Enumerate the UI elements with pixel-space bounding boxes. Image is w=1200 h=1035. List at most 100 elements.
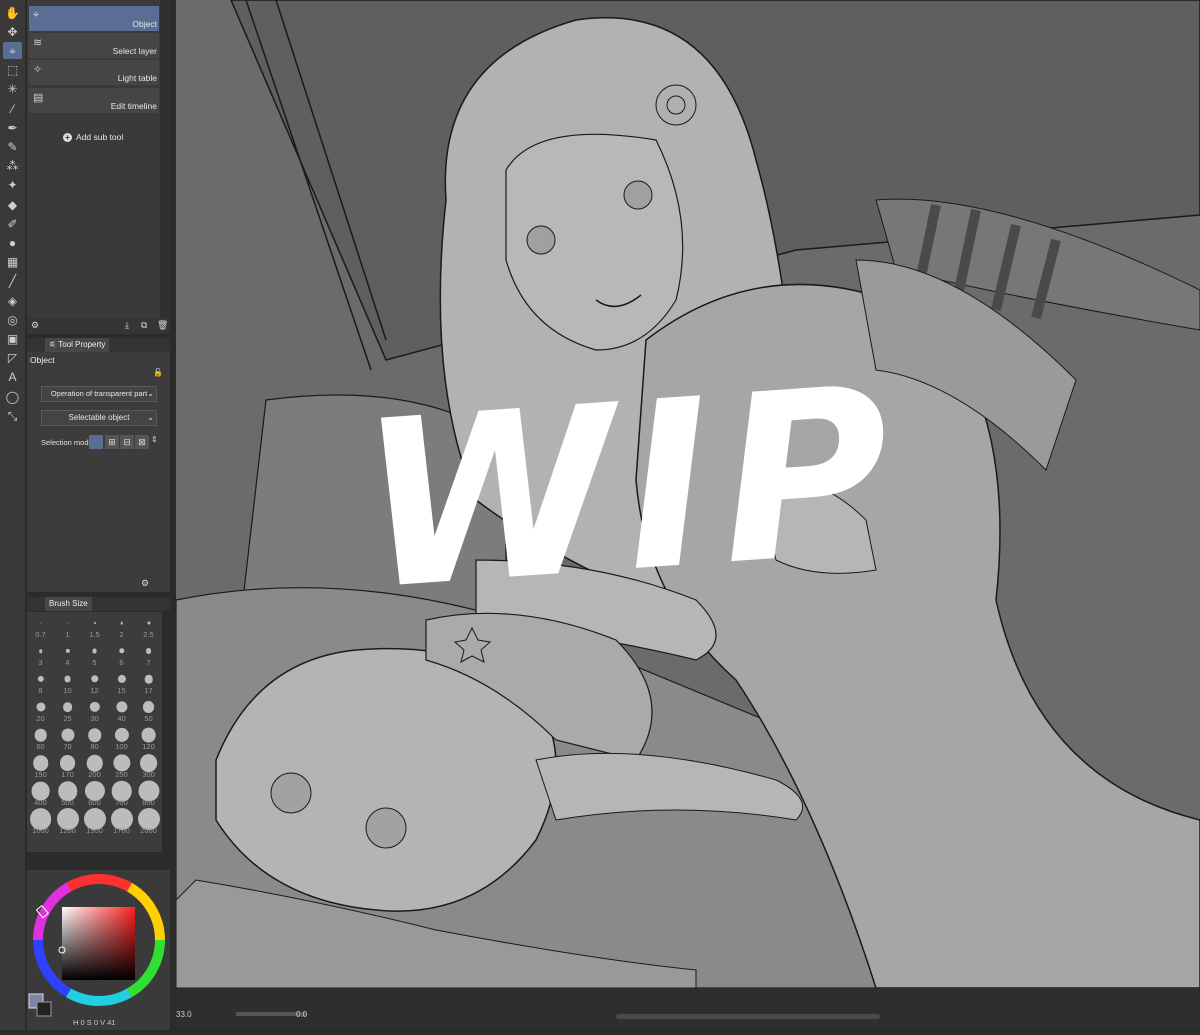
canvas[interactable]: WIP (176, 0, 1200, 988)
add-sub-tool-button[interactable]: + Add sub tool (63, 132, 123, 142)
brush-size-cell[interactable]: 80 (81, 726, 108, 752)
brush-size-cell[interactable]: 250 (108, 754, 135, 780)
brush-size-cell[interactable]: 7 (135, 642, 162, 668)
brush-size-cell[interactable]: 1.5 (81, 614, 108, 640)
brush-size-label: 1200 (59, 826, 76, 835)
brush-size-cell[interactable]: 2.5 (135, 614, 162, 640)
brush-size-cell[interactable]: 40 (108, 698, 135, 724)
tab-tool-property[interactable]: ⚟ Tool Property (45, 338, 110, 352)
selection-mode-add[interactable]: ⊞ (105, 435, 119, 449)
trash-icon[interactable]: 🗑 (157, 320, 168, 331)
brush-size-dot (142, 701, 155, 713)
brush-size-label: 1.5 (89, 630, 100, 639)
brush-size-cell[interactable]: 15 (108, 670, 135, 696)
brush-size-dot (32, 755, 49, 771)
selection-mode-subtract[interactable]: ⊟ (120, 435, 134, 449)
selection-tool-icon[interactable]: ⬚ (3, 62, 22, 79)
settings-icon[interactable]: ⚙ (31, 320, 39, 331)
brush-size-cell[interactable]: 700 (108, 780, 135, 808)
tab-brush-size[interactable]: Brush Size (45, 597, 92, 611)
brush-size-cell[interactable]: 1700 (108, 808, 135, 836)
brush-size-cell[interactable]: 17 (135, 670, 162, 696)
brush-size-dot (145, 648, 152, 654)
brush-size-cell[interactable]: 10 (54, 670, 81, 696)
tool-property-tabbar: ⚟ Tool Property (27, 338, 170, 352)
brush-size-cell[interactable]: 70 (54, 726, 81, 752)
wrench-icon[interactable]: ⚙ (141, 578, 149, 589)
eyedropper-tool-icon[interactable]: ⁄ (3, 100, 22, 117)
brush-size-cell[interactable]: 5 (81, 642, 108, 668)
subtool-select-layer[interactable]: ≋ Select layer (29, 33, 159, 58)
frame-tool-icon[interactable]: ▣ (3, 330, 22, 347)
hand-tool-icon[interactable]: ✋ (3, 4, 22, 21)
brush-size-label: 200 (88, 770, 101, 779)
stepper-icon[interactable]: ⇕ (151, 435, 158, 444)
brush-size-cell[interactable]: 1000 (27, 808, 54, 836)
brush-size-cell[interactable]: 100 (108, 726, 135, 752)
lock-icon[interactable]: 🔓 (153, 368, 163, 377)
brush-size-cell[interactable]: 200 (81, 754, 108, 780)
brush-size-cell[interactable]: 6 (108, 642, 135, 668)
brush-size-cell[interactable]: 150 (27, 754, 54, 780)
auto-select-tool-icon[interactable]: ✳ (3, 81, 22, 98)
brush-size-cell[interactable]: 120 (135, 726, 162, 752)
operation-tool-icon[interactable]: ⌖ (3, 42, 22, 60)
brush-size-cell[interactable]: 170 (54, 754, 81, 780)
subtool-scrollbar[interactable] (160, 0, 170, 318)
figure-tool-icon[interactable]: ▦ (3, 254, 22, 271)
gradient-tool-icon[interactable]: ◎ (3, 311, 22, 328)
eraser-tool-icon[interactable]: ◆ (3, 196, 22, 213)
move-tool-icon[interactable]: ✥ (3, 23, 22, 40)
subtool-light-table[interactable]: ✧ Light table (29, 60, 159, 85)
brush-size-cell[interactable]: 50 (135, 698, 162, 724)
brush-size-cell[interactable]: 600 (81, 780, 108, 808)
fill-tool-icon[interactable]: ◈ (3, 292, 22, 309)
operation-dropdown[interactable]: Operation of transparent part ⌄ (41, 386, 157, 402)
horizontal-scrollbar[interactable] (616, 1014, 880, 1019)
brush-size-label: 2 (119, 630, 124, 639)
brush-size-cell[interactable]: 1 (54, 614, 81, 640)
ruler-tool-icon[interactable]: ◸ (3, 350, 22, 367)
brush-size-cell[interactable]: 0.7 (27, 614, 54, 640)
brush-size-cell[interactable]: 2 (108, 614, 135, 640)
layers-icon: ≋ (33, 37, 43, 49)
sub-color-swatch[interactable] (36, 1001, 52, 1017)
brush-size-cell[interactable]: 25 (54, 698, 81, 724)
brush-size-cell[interactable]: 800 (135, 780, 162, 808)
zoom-readout[interactable]: 33.0 (176, 1010, 192, 1019)
brush-size-cell[interactable]: 20 (27, 698, 54, 724)
pencil-tool-icon[interactable]: ✎ (3, 138, 22, 155)
fill-drop-tool-icon[interactable]: ● (3, 234, 22, 251)
line-tool-icon[interactable]: ╱ (3, 273, 22, 290)
brush-size-cell[interactable]: 1200 (54, 808, 81, 836)
brush-size-cell[interactable]: 2000 (135, 808, 162, 836)
brush-size-cell[interactable]: 1500 (81, 808, 108, 836)
selectable-object-dropdown[interactable]: Selectable object ⌄ (41, 410, 157, 426)
download-icon[interactable]: ⤓ (125, 320, 129, 331)
pen-tool-icon[interactable]: ✒ (3, 119, 22, 136)
brush-size-label: 300 (142, 770, 155, 779)
color-wheel[interactable] (27, 870, 170, 1030)
decoration-tool-icon[interactable]: ✦ (3, 177, 22, 194)
brush-size-cell[interactable]: 3 (27, 642, 54, 668)
brush-size-cell[interactable]: 12 (81, 670, 108, 696)
airbrush-tool-icon[interactable]: ⁂ (3, 158, 22, 175)
brush-size-cell[interactable]: 400 (27, 781, 54, 808)
brush-size-label: 170 (61, 770, 74, 779)
subtool-edit-timeline[interactable]: ▤ Edit timeline (29, 88, 159, 113)
subtool-object[interactable]: ⌖ Object (29, 6, 159, 31)
brush-size-cell[interactable]: 30 (81, 698, 108, 724)
brush-size-cell[interactable]: 60 (27, 726, 54, 752)
balloon-tool-icon[interactable]: ◯ (3, 388, 22, 405)
selection-mode-new[interactable] (89, 435, 103, 449)
brush-size-cell[interactable]: 300 (135, 754, 162, 780)
angle-readout[interactable]: 0.0 (296, 1010, 307, 1019)
brush-size-cell[interactable]: 500 (54, 781, 81, 808)
brush-size-cell[interactable]: 4 (54, 642, 81, 668)
blend-tool-icon[interactable]: ✐ (3, 215, 22, 232)
duplicate-icon[interactable]: ⧉ (141, 320, 147, 331)
correct-line-tool-icon[interactable]: ⤡ (3, 407, 22, 424)
text-tool-icon[interactable]: A (3, 369, 22, 386)
selection-mode-intersect[interactable]: ⊠ (135, 435, 149, 449)
brush-size-cell[interactable]: 8 (27, 670, 54, 696)
